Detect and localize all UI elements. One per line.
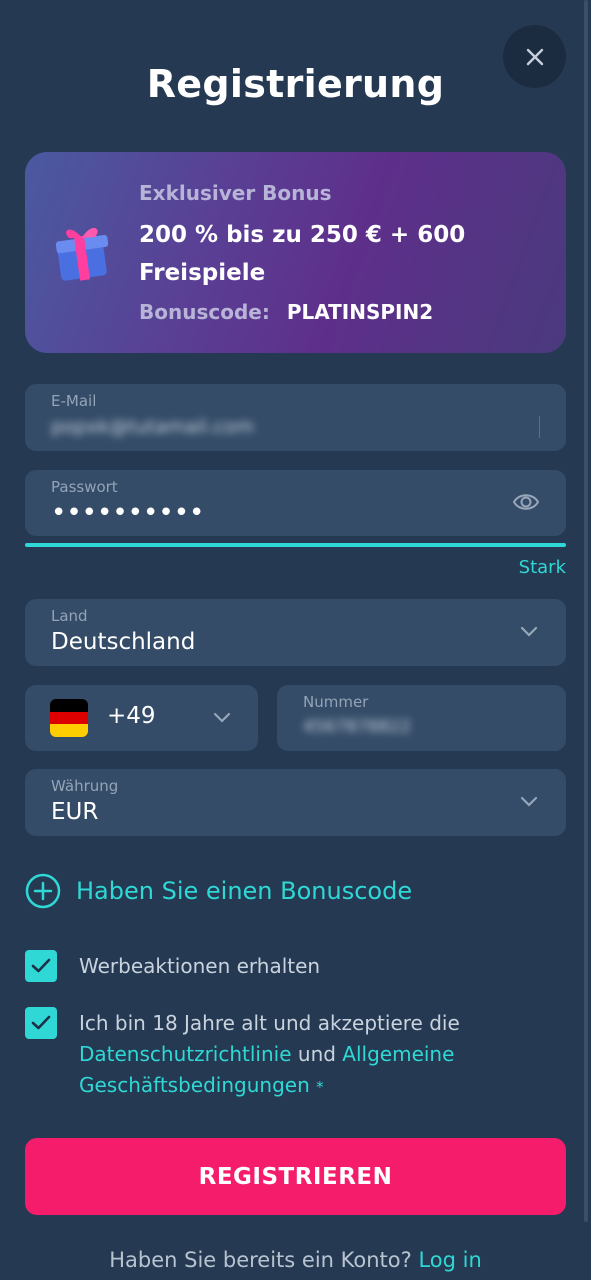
email-label: E-Mail — [51, 392, 97, 410]
terms-link-part1[interactable]: Allgemeine — [342, 1042, 454, 1066]
country-label: Land — [51, 607, 88, 625]
germany-flag-icon — [50, 699, 88, 737]
scrollbar[interactable] — [584, 0, 588, 1222]
email-field[interactable]: E-Mail popxk@tutamail.com — [25, 384, 566, 451]
plus-circle-icon — [25, 873, 61, 909]
password-value: •••••••••• — [51, 498, 205, 528]
password-strength-bar — [25, 543, 566, 547]
bonus-subtitle: Exklusiver Bonus — [139, 181, 332, 205]
gift-icon — [55, 228, 109, 281]
phone-number-field[interactable]: Nummer 4567878822 — [277, 685, 566, 751]
terms-checkbox[interactable] — [25, 1007, 57, 1039]
privacy-policy-link[interactable]: Datenschutzrichtlinie — [79, 1042, 292, 1066]
register-button[interactable]: REGISTRIEREN — [25, 1138, 566, 1215]
country-value: Deutschland — [51, 629, 196, 655]
terms-text: Ich bin 18 Jahre alt und akzeptiere die — [79, 1011, 460, 1035]
currency-value: EUR — [51, 799, 99, 825]
phone-number-value: 4567878822 — [303, 717, 412, 737]
terms-checkbox-label: Ich bin 18 Jahre alt und akzeptiere die … — [79, 1008, 549, 1103]
chevron-down-icon — [213, 712, 231, 723]
eye-icon[interactable] — [512, 490, 540, 514]
required-asterisk: * — [316, 1078, 324, 1096]
promo-checkbox[interactable] — [25, 950, 57, 982]
checkmark-icon — [31, 1015, 51, 1030]
chevron-down-icon — [520, 626, 538, 637]
terms-and: und — [297, 1042, 336, 1066]
bonus-code-link[interactable]: Haben Sie einen Bonuscode — [25, 873, 412, 909]
password-field[interactable]: Passwort •••••••••• — [25, 470, 566, 536]
page-title: Registrierung — [146, 62, 445, 106]
phone-code-value: +49 — [107, 703, 156, 729]
phone-code-select[interactable]: +49 — [25, 685, 258, 751]
currency-select[interactable]: Währung EUR — [25, 769, 566, 836]
phone-number-label: Nummer — [303, 693, 369, 711]
password-label: Passwort — [51, 478, 118, 496]
email-value: popxk@tutamail.com — [51, 416, 254, 438]
checkmark-icon — [31, 958, 51, 973]
bonus-code-label: Bonuscode: — [139, 300, 270, 324]
promo-checkbox-label: Werbeaktionen erhalten — [79, 954, 321, 978]
bonus-offer: 200 % bis zu 250 € + 600 Freispiele — [139, 222, 466, 286]
bonus-code-link-label: Haben Sie einen Bonuscode — [76, 877, 413, 905]
currency-label: Währung — [51, 777, 119, 795]
bonus-card: Exklusiver Bonus 200 % bis zu 250 € + 60… — [25, 152, 566, 353]
login-link[interactable]: Log in — [418, 1248, 481, 1272]
country-select[interactable]: Land Deutschland — [25, 599, 566, 666]
chevron-down-icon — [520, 796, 538, 807]
bonus-code-row: Bonuscode: PLATINSPIN2 — [139, 300, 433, 324]
terms-link-part2[interactable]: Geschäftsbedingungen — [79, 1073, 310, 1097]
login-prompt: Haben Sie bereits ein Konto? Log in — [0, 1248, 591, 1272]
text-cursor — [539, 416, 540, 438]
password-strength-label: Stark — [518, 557, 566, 578]
login-question: Haben Sie bereits ein Konto? — [109, 1248, 412, 1272]
bonus-code-value: PLATINSPIN2 — [286, 300, 434, 324]
